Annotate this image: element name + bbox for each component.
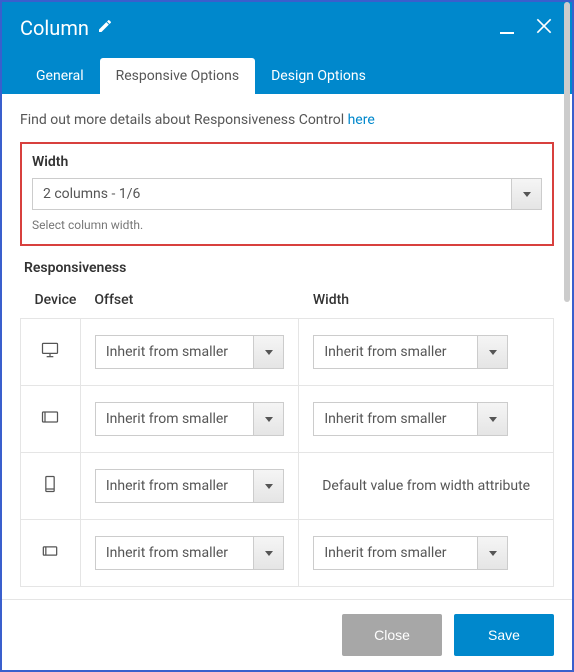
intro-prefix: Find out more details about Responsivene… [20, 112, 348, 128]
offset-select-phone[interactable]: Inherit from smaller [95, 536, 284, 570]
table-row: Inherit from smaller Inherit from smalle… [21, 319, 554, 386]
desktop-icon [40, 345, 60, 364]
minimize-icon[interactable] [500, 32, 514, 34]
tablet-landscape-icon [40, 412, 60, 431]
width-help: Select column width. [32, 218, 542, 232]
responsiveness-title: Responsiveness [24, 260, 554, 276]
select-button[interactable] [253, 537, 283, 569]
width-value: Inherit from smaller [314, 336, 477, 368]
select-button[interactable] [477, 537, 507, 569]
select-button[interactable] [477, 336, 507, 368]
table-row: Inherit from smaller Inherit from smalle… [21, 386, 554, 453]
table-row: Inherit from smaller Default value from … [21, 453, 554, 520]
modal-title: Column [20, 16, 89, 40]
select-button[interactable] [253, 336, 283, 368]
width-select-button[interactable] [511, 179, 541, 209]
chevron-down-icon [265, 417, 273, 422]
width-default-text: Default value from width attribute [313, 478, 539, 494]
width-select-desktop[interactable]: Inherit from smaller [313, 335, 508, 369]
chevron-down-icon [489, 551, 497, 556]
width-value: Inherit from smaller [314, 403, 477, 435]
modal-header: Column General Responsive Options Design… [2, 2, 572, 94]
chevron-down-icon [489, 417, 497, 422]
scrollbar[interactable] [564, 2, 570, 602]
modal-content: Find out more details about Responsivene… [2, 94, 572, 599]
width-label: Width [32, 154, 542, 170]
chevron-down-icon [489, 350, 497, 355]
width-select-value: 2 columns - 1/6 [33, 179, 511, 209]
tab-design-options[interactable]: Design Options [255, 58, 382, 94]
intro-link[interactable]: here [348, 112, 375, 128]
save-button[interactable]: Save [454, 614, 554, 656]
col-header-width: Width [299, 286, 554, 319]
col-header-device: Device [21, 286, 81, 319]
width-select-phone[interactable]: Inherit from smaller [313, 536, 508, 570]
select-button[interactable] [477, 403, 507, 435]
close-icon[interactable] [534, 16, 554, 40]
tabs: General Responsive Options Design Option… [20, 58, 554, 94]
offset-value: Inherit from smaller [96, 470, 253, 502]
chevron-down-icon [265, 551, 273, 556]
close-button[interactable]: Close [342, 614, 442, 656]
phone-icon [40, 546, 60, 565]
col-header-offset: Offset [80, 286, 298, 319]
offset-value: Inherit from smaller [96, 537, 253, 569]
tab-responsive-options[interactable]: Responsive Options [100, 58, 256, 94]
width-select[interactable]: 2 columns - 1/6 [32, 178, 542, 210]
intro-text: Find out more details about Responsivene… [20, 112, 554, 128]
width-highlight-box: Width 2 columns - 1/6 Select column widt… [20, 142, 554, 246]
offset-select-tablet-portrait[interactable]: Inherit from smaller [95, 469, 284, 503]
scrollbar-thumb[interactable] [564, 2, 570, 302]
column-settings-modal: Column General Responsive Options Design… [0, 0, 574, 672]
width-select-tablet-landscape[interactable]: Inherit from smaller [313, 402, 508, 436]
modal-footer: Close Save [2, 599, 572, 670]
edit-icon[interactable] [97, 18, 113, 38]
select-button[interactable] [253, 470, 283, 502]
offset-value: Inherit from smaller [96, 403, 253, 435]
responsiveness-table: Device Offset Width Inherit from small [20, 286, 554, 587]
offset-select-tablet-landscape[interactable]: Inherit from smaller [95, 402, 284, 436]
tablet-portrait-icon [40, 479, 60, 498]
table-row: Inherit from smaller Inherit from smalle… [21, 520, 554, 587]
offset-value: Inherit from smaller [96, 336, 253, 368]
tab-general[interactable]: General [20, 58, 100, 94]
select-button[interactable] [253, 403, 283, 435]
chevron-down-icon [265, 350, 273, 355]
offset-select-desktop[interactable]: Inherit from smaller [95, 335, 284, 369]
chevron-down-icon [523, 192, 531, 197]
width-value: Inherit from smaller [314, 537, 477, 569]
chevron-down-icon [265, 484, 273, 489]
